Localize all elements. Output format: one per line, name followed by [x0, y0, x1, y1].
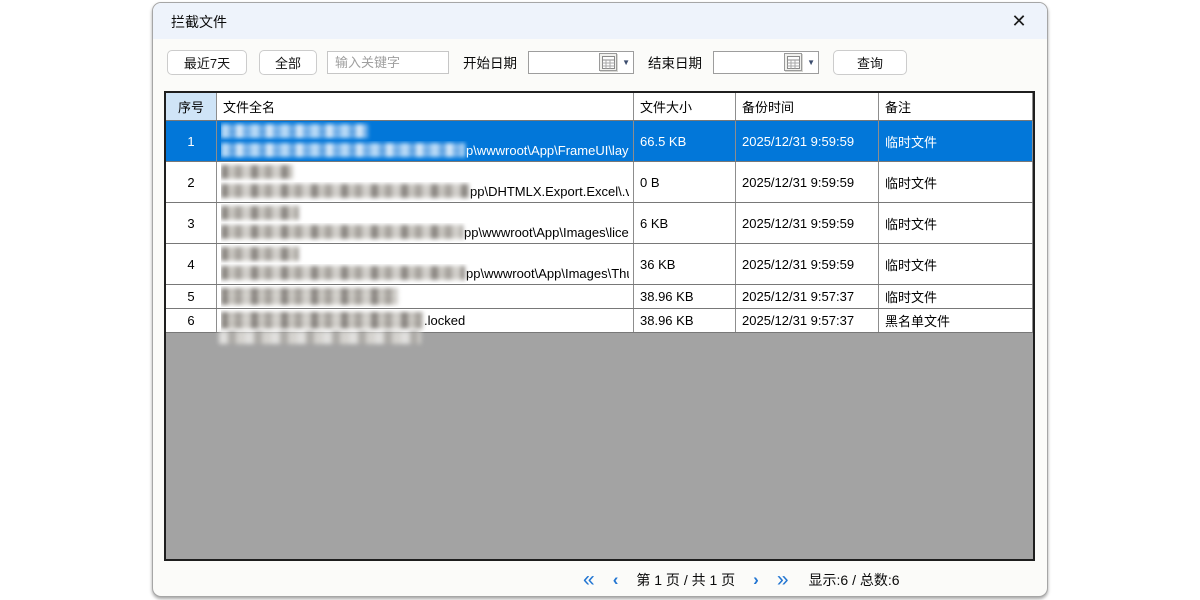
table-cell: 38.96 KB — [634, 309, 736, 332]
first-page-button[interactable]: « — [583, 569, 595, 591]
table-cell: 5 — [166, 285, 217, 308]
intercepted-files-dialog: 拦截文件 ✕ 最近7天 全部 开始日期 ▼ — [152, 2, 1048, 597]
table-cell: 2025/12/31 9:59:59 — [736, 203, 879, 243]
redacted-text — [221, 184, 469, 198]
table-row[interactable]: 2pp\DHTMLX.Export.Excel\.vs\DHTMLX.E0 B2… — [166, 162, 1033, 203]
table-row[interactable]: 1p\wwwroot\App\FrameUI\layuiadmin\r66.5 … — [166, 121, 1033, 162]
table-cell: 6 — [166, 309, 217, 332]
table-cell: 1 — [166, 121, 217, 161]
recent-7-days-button[interactable]: 最近7天 — [167, 50, 247, 75]
table-cell: 临时文件 — [879, 162, 1033, 202]
end-date-label: 结束日期 — [648, 52, 702, 72]
column-header[interactable]: 文件大小 — [634, 93, 736, 120]
dialog-title: 拦截文件 — [171, 12, 227, 32]
redacted-text — [221, 247, 299, 261]
end-date-picker[interactable]: ▼ — [713, 51, 819, 74]
table-header-row: 序号文件全名文件大小备份时间备注 — [166, 93, 1033, 121]
redacted-text — [221, 206, 299, 220]
close-icon[interactable]: ✕ — [1007, 9, 1031, 33]
keyword-input[interactable] — [327, 51, 449, 74]
table-body: 1p\wwwroot\App\FrameUI\layuiadmin\r66.5 … — [166, 121, 1033, 333]
title-bar: 拦截文件 ✕ — [153, 3, 1047, 39]
column-header[interactable]: 备份时间 — [736, 93, 879, 120]
table-cell: 2 — [166, 162, 217, 202]
redacted-text — [221, 165, 293, 179]
file-table: 序号文件全名文件大小备份时间备注 1p\wwwroot\App\FrameUI\… — [164, 91, 1035, 561]
page-indicator: 第 1 页 / 共 1 页 — [636, 570, 735, 590]
column-header[interactable]: 备注 — [879, 93, 1033, 120]
redacted-text — [221, 266, 465, 280]
calendar-icon[interactable] — [784, 53, 802, 71]
start-date-picker[interactable]: ▼ — [528, 51, 634, 74]
table-cell: 2025/12/31 9:59:59 — [736, 162, 879, 202]
table-cell: p\wwwroot\App\FrameUI\layuiadmin\r — [217, 121, 634, 161]
table-cell: 临时文件 — [879, 121, 1033, 161]
table-row[interactable]: 4pp\wwwroot\App\Images\Thumbs.db36 KB202… — [166, 244, 1033, 285]
start-date-label: 开始日期 — [463, 52, 517, 72]
calendar-icon[interactable] — [599, 53, 617, 71]
table-cell: 2025/12/31 9:57:37 — [736, 309, 879, 332]
table-cell: 2025/12/31 9:59:59 — [736, 121, 879, 161]
all-button[interactable]: 全部 — [259, 50, 317, 75]
table-cell: .locked — [217, 309, 634, 332]
table-cell: pp\wwwroot\App\Images\license\Thumb — [217, 203, 634, 243]
query-button[interactable]: 查询 — [833, 50, 907, 75]
table-cell: 临时文件 — [879, 244, 1033, 284]
table-row[interactable]: 5 38.96 KB2025/12/31 9:57:37临时文件 — [166, 285, 1033, 309]
table-cell: pp\DHTMLX.Export.Excel\.vs\DHTMLX.E — [217, 162, 634, 202]
chevron-down-icon[interactable]: ▼ — [622, 58, 630, 67]
redacted-text — [221, 312, 423, 329]
table-cell: 2025/12/31 9:57:37 — [736, 285, 879, 308]
screen: 拦截文件 ✕ 最近7天 全部 开始日期 ▼ — [0, 0, 1200, 600]
redacted-text — [221, 288, 398, 305]
redacted-text — [221, 143, 465, 157]
column-header[interactable]: 序号 — [166, 93, 217, 120]
redacted-text — [221, 225, 463, 239]
pagination-bar: « ‹ 第 1 页 / 共 1 页 › » 显示:6 / 总数:6 — [583, 567, 900, 593]
table-row[interactable]: 3pp\wwwroot\App\Images\license\Thumb6 KB… — [166, 203, 1033, 244]
prev-page-button[interactable]: ‹ — [613, 569, 619, 591]
table-cell: 38.96 KB — [634, 285, 736, 308]
chevron-down-icon[interactable]: ▼ — [807, 58, 815, 67]
redacted-smudge — [219, 331, 421, 344]
table-cell: 2025/12/31 9:59:59 — [736, 244, 879, 284]
next-page-button[interactable]: › — [753, 569, 759, 591]
table-cell: pp\wwwroot\App\Images\Thumbs.db — [217, 244, 634, 284]
table-cell: 临时文件 — [879, 285, 1033, 308]
table-cell: 36 KB — [634, 244, 736, 284]
table-row[interactable]: 6.locked38.96 KB2025/12/31 9:57:37黑名单文件 — [166, 309, 1033, 333]
table-cell — [217, 285, 634, 308]
table-cell: 临时文件 — [879, 203, 1033, 243]
column-header[interactable]: 文件全名 — [217, 93, 634, 120]
table-cell: 3 — [166, 203, 217, 243]
record-summary: 显示:6 / 总数:6 — [809, 570, 900, 590]
table-cell: 6 KB — [634, 203, 736, 243]
table-cell: 0 B — [634, 162, 736, 202]
table-cell: 66.5 KB — [634, 121, 736, 161]
table-cell: 4 — [166, 244, 217, 284]
redacted-text — [221, 124, 368, 138]
table-cell: 黑名单文件 — [879, 309, 1033, 332]
last-page-button[interactable]: » — [777, 569, 789, 591]
filter-toolbar: 最近7天 全部 开始日期 ▼ 结束日期 — [167, 49, 907, 75]
